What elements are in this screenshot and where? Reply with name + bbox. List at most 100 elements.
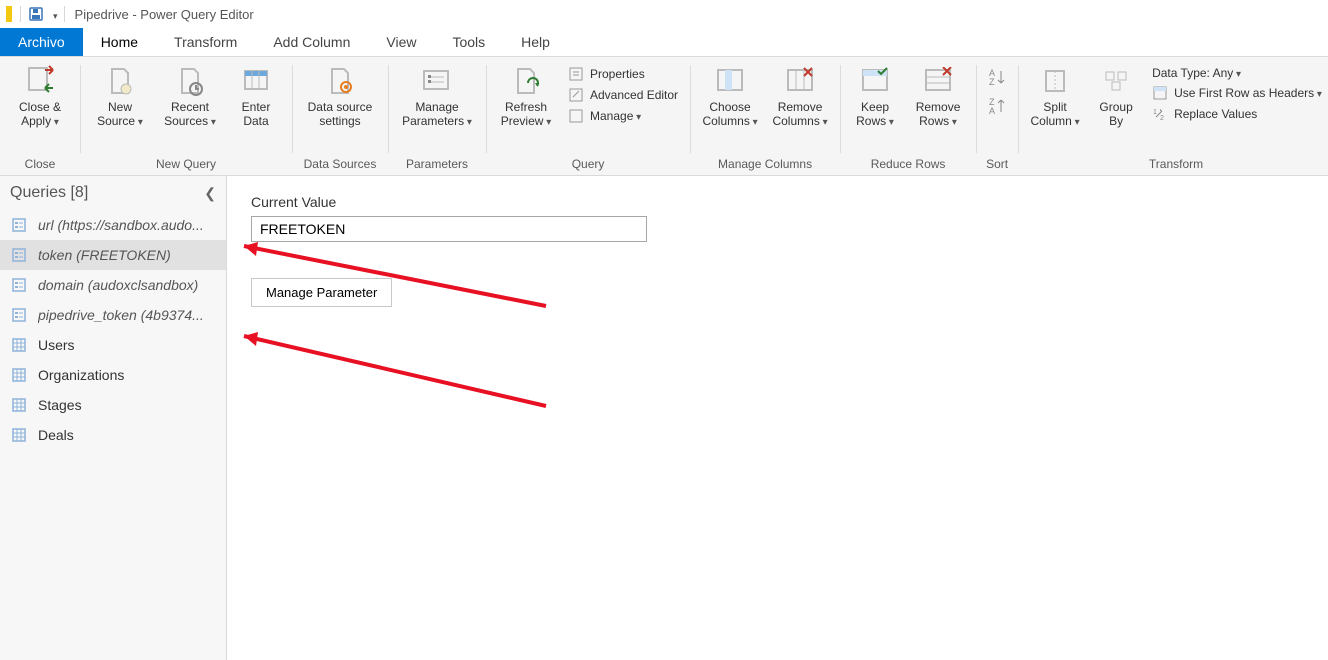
split-column-icon xyxy=(1037,63,1073,99)
enter-data-label: Enter Data xyxy=(242,101,271,129)
tab-tools[interactable]: Tools xyxy=(434,28,503,56)
replace-values-label: Replace Values xyxy=(1174,107,1257,121)
properties-button[interactable]: Properties xyxy=(566,65,680,83)
new-source-button[interactable]: New Source xyxy=(90,63,150,129)
query-item-label: token (FREETOKEN) xyxy=(38,247,171,263)
first-row-headers-button[interactable]: Use First Row as Headers xyxy=(1150,84,1324,102)
manage-parameters-label: Manage Parameters xyxy=(402,101,472,129)
recent-sources-icon xyxy=(172,63,208,99)
keep-rows-icon xyxy=(857,63,893,99)
query-item[interactable]: pipedrive_token (4b9374... xyxy=(0,300,226,330)
table-icon xyxy=(10,366,28,384)
split-column-button[interactable]: Split Column xyxy=(1028,63,1082,129)
query-item[interactable]: domain (audoxclsandbox) xyxy=(0,270,226,300)
tab-view[interactable]: View xyxy=(368,28,434,56)
group-reduce-rows: Keep Rows Remove Rows Reduce Rows xyxy=(840,57,976,175)
data-source-settings-label: Data source settings xyxy=(308,101,373,129)
data-type-button[interactable]: Data Type: Any xyxy=(1150,65,1324,81)
query-item[interactable]: Organizations xyxy=(0,360,226,390)
ribbon-tabbar: Archivo Home Transform Add Column View T… xyxy=(0,28,1328,57)
query-item[interactable]: Users xyxy=(0,330,226,360)
split-column-label: Split Column xyxy=(1030,101,1079,129)
choose-columns-icon xyxy=(712,63,748,99)
remove-columns-icon xyxy=(782,63,818,99)
group-by-icon xyxy=(1098,63,1134,99)
collapse-chevron-icon[interactable]: ❮ xyxy=(204,185,216,202)
group-new-query-label: New Query xyxy=(90,157,282,175)
advanced-editor-button[interactable]: Advanced Editor xyxy=(566,86,680,104)
group-query-label: Query xyxy=(496,157,680,175)
query-item[interactable]: token (FREETOKEN) xyxy=(0,240,226,270)
advanced-editor-label: Advanced Editor xyxy=(590,88,678,102)
recent-sources-label: Recent Sources xyxy=(164,101,216,129)
separator xyxy=(64,6,65,22)
group-by-label: Group By xyxy=(1099,101,1132,129)
current-value-input[interactable] xyxy=(251,216,647,242)
current-value-label: Current Value xyxy=(251,194,1304,210)
close-apply-button[interactable]: Close & Apply xyxy=(10,63,70,129)
main-pane: Current Value Manage Parameter xyxy=(227,176,1328,660)
sort-desc-icon[interactable]: ZA xyxy=(987,96,1007,119)
data-source-settings-button[interactable]: Data source settings xyxy=(302,63,378,129)
group-query: Refresh Preview Properties Advanced Edit… xyxy=(486,57,690,175)
new-source-label: New Source xyxy=(97,101,143,129)
manage-parameters-icon xyxy=(419,63,455,99)
enter-data-button[interactable]: Enter Data xyxy=(230,63,282,129)
group-reduce-rows-label: Reduce Rows xyxy=(850,157,966,175)
refresh-preview-button[interactable]: Refresh Preview xyxy=(496,63,556,129)
replace-values-button[interactable]: 12 Replace Values xyxy=(1150,105,1324,123)
group-sort-label: Sort xyxy=(986,157,1008,175)
choose-columns-button[interactable]: Choose Columns xyxy=(700,63,760,129)
tab-transform[interactable]: Transform xyxy=(156,28,255,56)
query-item[interactable]: Stages xyxy=(0,390,226,420)
keep-rows-button[interactable]: Keep Rows xyxy=(850,63,900,129)
query-item-label: Users xyxy=(38,337,75,353)
group-parameters: Manage Parameters Parameters xyxy=(388,57,486,175)
tab-home[interactable]: Home xyxy=(83,28,156,56)
group-new-query: New Source Recent Sources Enter Data New… xyxy=(80,57,292,175)
group-manage-columns: Choose Columns Remove Columns Manage Col… xyxy=(690,57,840,175)
query-item-label: Deals xyxy=(38,427,74,443)
remove-rows-icon xyxy=(920,63,956,99)
new-source-icon xyxy=(102,63,138,99)
keep-rows-label: Keep Rows xyxy=(856,101,894,129)
tab-add-column[interactable]: Add Column xyxy=(255,28,368,56)
group-data-sources-label: Data Sources xyxy=(302,157,378,175)
table-icon xyxy=(10,426,28,444)
save-icon[interactable] xyxy=(27,5,45,23)
properties-label: Properties xyxy=(590,67,645,81)
queries-pane: Queries [8] ❮ url (https://sandbox.audo.… xyxy=(0,176,227,660)
group-close-label: Close xyxy=(10,157,70,175)
choose-columns-label: Choose Columns xyxy=(702,101,757,129)
recent-sources-button[interactable]: Recent Sources xyxy=(160,63,220,129)
manage-parameters-button[interactable]: Manage Parameters xyxy=(398,63,476,129)
properties-icon xyxy=(568,66,584,82)
svg-text:Z: Z xyxy=(989,77,995,87)
svg-text:2: 2 xyxy=(1160,115,1164,122)
parameter-icon xyxy=(10,306,28,324)
queries-header[interactable]: Queries [8] ❮ xyxy=(0,176,226,210)
group-manage-columns-label: Manage Columns xyxy=(700,157,830,175)
data-type-label: Data Type: Any xyxy=(1152,66,1241,80)
table-icon xyxy=(10,336,28,354)
group-by-button[interactable]: Group By xyxy=(1092,63,1140,129)
group-parameters-label: Parameters xyxy=(398,157,476,175)
parameter-icon xyxy=(10,216,28,234)
refresh-icon xyxy=(508,63,544,99)
group-close: Close & Apply Close xyxy=(0,57,80,175)
sort-asc-icon[interactable]: AZ xyxy=(987,67,1007,90)
close-apply-label: Close & Apply xyxy=(19,101,61,129)
tab-help[interactable]: Help xyxy=(503,28,568,56)
manage-parameter-button[interactable]: Manage Parameter xyxy=(251,278,392,307)
manage-button[interactable]: Manage xyxy=(566,107,680,125)
query-item-label: domain (audoxclsandbox) xyxy=(38,277,198,293)
remove-rows-button[interactable]: Remove Rows xyxy=(910,63,966,129)
tab-file[interactable]: Archivo xyxy=(0,28,83,56)
separator xyxy=(20,6,21,22)
query-item-label: url (https://sandbox.audo... xyxy=(38,217,204,233)
queries-list: url (https://sandbox.audo... token (FREET… xyxy=(0,210,226,450)
query-item[interactable]: url (https://sandbox.audo... xyxy=(0,210,226,240)
query-item[interactable]: Deals xyxy=(0,420,226,450)
remove-columns-button[interactable]: Remove Columns xyxy=(770,63,830,129)
qat-customize-icon[interactable] xyxy=(51,7,58,22)
